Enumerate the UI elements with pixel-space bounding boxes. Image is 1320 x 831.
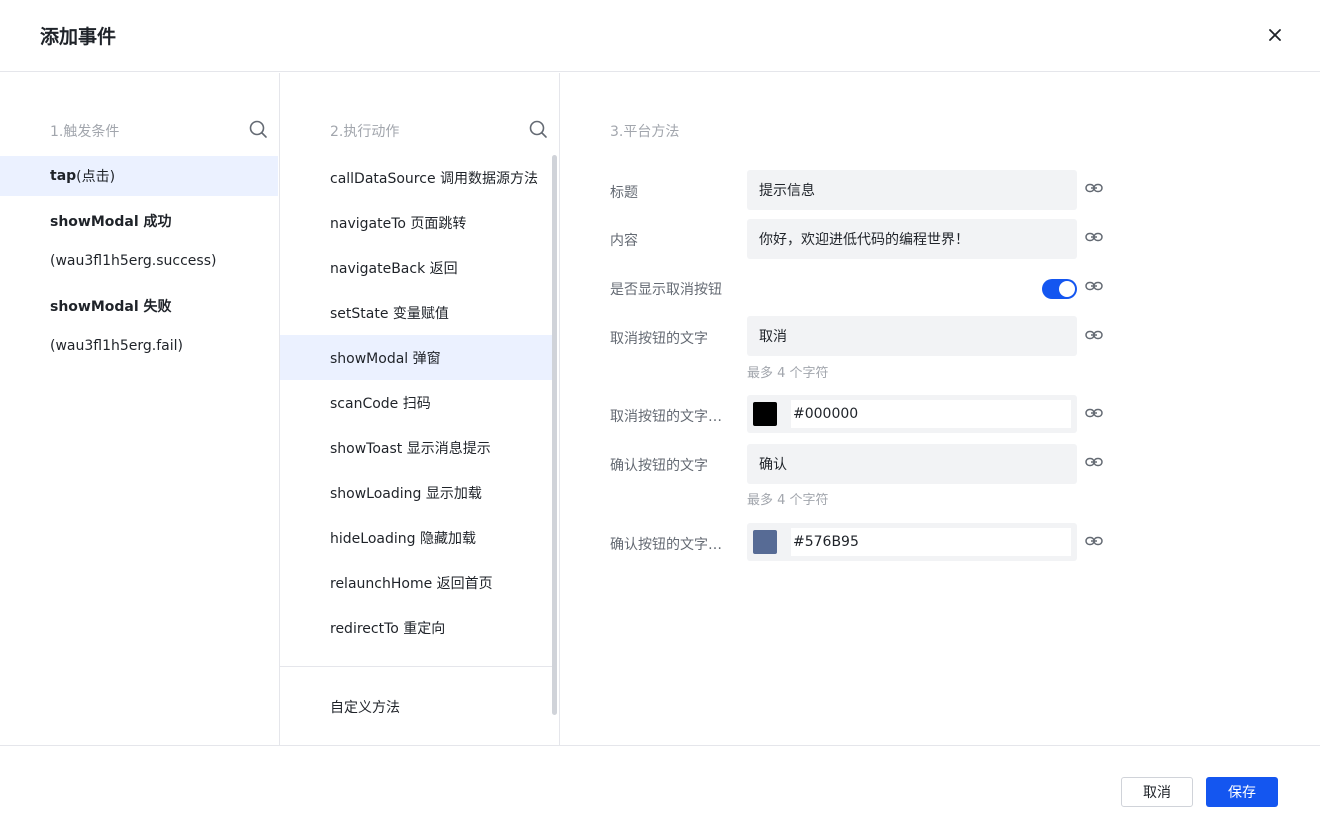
content-input[interactable]: 你好，欢迎进低代码的编程世界！ [747, 219, 1077, 259]
content-label: 内容 [610, 233, 638, 249]
link-icon[interactable] [1084, 276, 1104, 296]
action-list: callDataSource 调用数据源方法 navigateTo 页面跳转 n… [280, 155, 552, 650]
action-item[interactable]: setState 变量赋值 [280, 290, 552, 335]
action-heading: 2.执行动作 [330, 124, 400, 140]
cancel-color-input[interactable]: #000000 [791, 400, 1071, 428]
action-item[interactable]: relaunchHome 返回首页 [280, 560, 552, 605]
trigger-sub-fail: (wau3fl1h5erg.fail) [50, 338, 183, 354]
cancel-button[interactable]: 取消 [1121, 777, 1193, 807]
link-icon[interactable] [1084, 403, 1104, 423]
toggle-knob [1059, 281, 1075, 297]
trigger-item-modal-success[interactable]: showModal 成功 [0, 201, 278, 241]
search-icon[interactable] [528, 119, 548, 139]
link-icon[interactable] [1084, 325, 1104, 345]
search-icon[interactable] [248, 119, 268, 139]
action-scrollbar[interactable] [552, 155, 557, 715]
action-item[interactable]: showLoading 显示加载 [280, 470, 552, 515]
action-item[interactable]: showToast 显示消息提示 [280, 425, 552, 470]
action-column: 2.执行动作 callDataSource 调用数据源方法 navigateTo… [280, 73, 560, 745]
cancel-text-label: 取消按钮的文字 [610, 331, 708, 347]
confirm-text-label: 确认按钮的文字 [610, 458, 708, 474]
action-divider [280, 666, 552, 667]
trigger-name: tap [50, 168, 77, 184]
trigger-name: showModal 成功 [50, 214, 172, 230]
confirm-color-label: 确认按钮的文字颜色 [610, 537, 735, 553]
trigger-name: showModal 失败 [50, 299, 172, 315]
save-button[interactable]: 保存 [1206, 777, 1278, 807]
action-item[interactable]: scanCode 扫码 [280, 380, 552, 425]
close-icon [1269, 29, 1281, 41]
trigger-sub-success: (wau3fl1h5erg.success) [50, 253, 217, 269]
custom-method-item[interactable]: 自定义方法 [330, 697, 400, 717]
cancel-color-field: #000000 [747, 395, 1077, 433]
trigger-heading: 1.触发条件 [50, 124, 120, 140]
trigger-item-modal-fail[interactable]: showModal 失败 [0, 286, 278, 326]
show-cancel-toggle[interactable] [1042, 279, 1077, 299]
action-item[interactable]: callDataSource 调用数据源方法 [280, 155, 552, 200]
platform-column: 3.平台方法 标题 提示信息 内容 你好，欢迎进低代码的编程世界！ 是否显示取消… [560, 73, 1320, 745]
cancel-text-input[interactable]: 取消 [747, 316, 1077, 356]
action-item[interactable]: hideLoading 隐藏加载 [280, 515, 552, 560]
action-item[interactable]: navigateBack 返回 [280, 245, 552, 290]
title-input[interactable]: 提示信息 [747, 170, 1077, 210]
cancel-text-hint: 最多 4 个字符 [747, 366, 829, 381]
action-item-active[interactable]: showModal 弹窗 [280, 335, 552, 380]
link-icon[interactable] [1084, 452, 1104, 472]
dialog-footer: 取消 保存 [0, 745, 1320, 831]
dialog-header: 添加事件 [0, 0, 1320, 72]
action-item[interactable]: navigateTo 页面跳转 [280, 200, 552, 245]
link-icon[interactable] [1084, 531, 1104, 551]
confirm-color-field: #576B95 [747, 523, 1077, 561]
confirm-color-input[interactable]: #576B95 [791, 528, 1071, 556]
trigger-item-tap[interactable]: tap (点击) [0, 156, 278, 196]
dialog-title: 添加事件 [40, 26, 117, 48]
link-icon[interactable] [1084, 178, 1104, 198]
show-cancel-label: 是否显示取消按钮 [610, 282, 722, 298]
cancel-color-label: 取消按钮的文字颜色 [610, 409, 735, 425]
color-swatch[interactable] [753, 530, 777, 554]
confirm-text-input[interactable]: 确认 [747, 444, 1077, 484]
action-item[interactable]: redirectTo 重定向 [280, 605, 552, 650]
close-button[interactable] [1264, 24, 1286, 46]
trigger-column: 1.触发条件 tap (点击) showModal 成功 (wau3fl1h5er… [0, 73, 280, 745]
title-label: 标题 [610, 185, 638, 201]
trigger-suffix: (点击) [76, 169, 116, 185]
color-swatch[interactable] [753, 402, 777, 426]
platform-heading: 3.平台方法 [610, 124, 680, 140]
link-icon[interactable] [1084, 227, 1104, 247]
confirm-text-hint: 最多 4 个字符 [747, 493, 829, 508]
